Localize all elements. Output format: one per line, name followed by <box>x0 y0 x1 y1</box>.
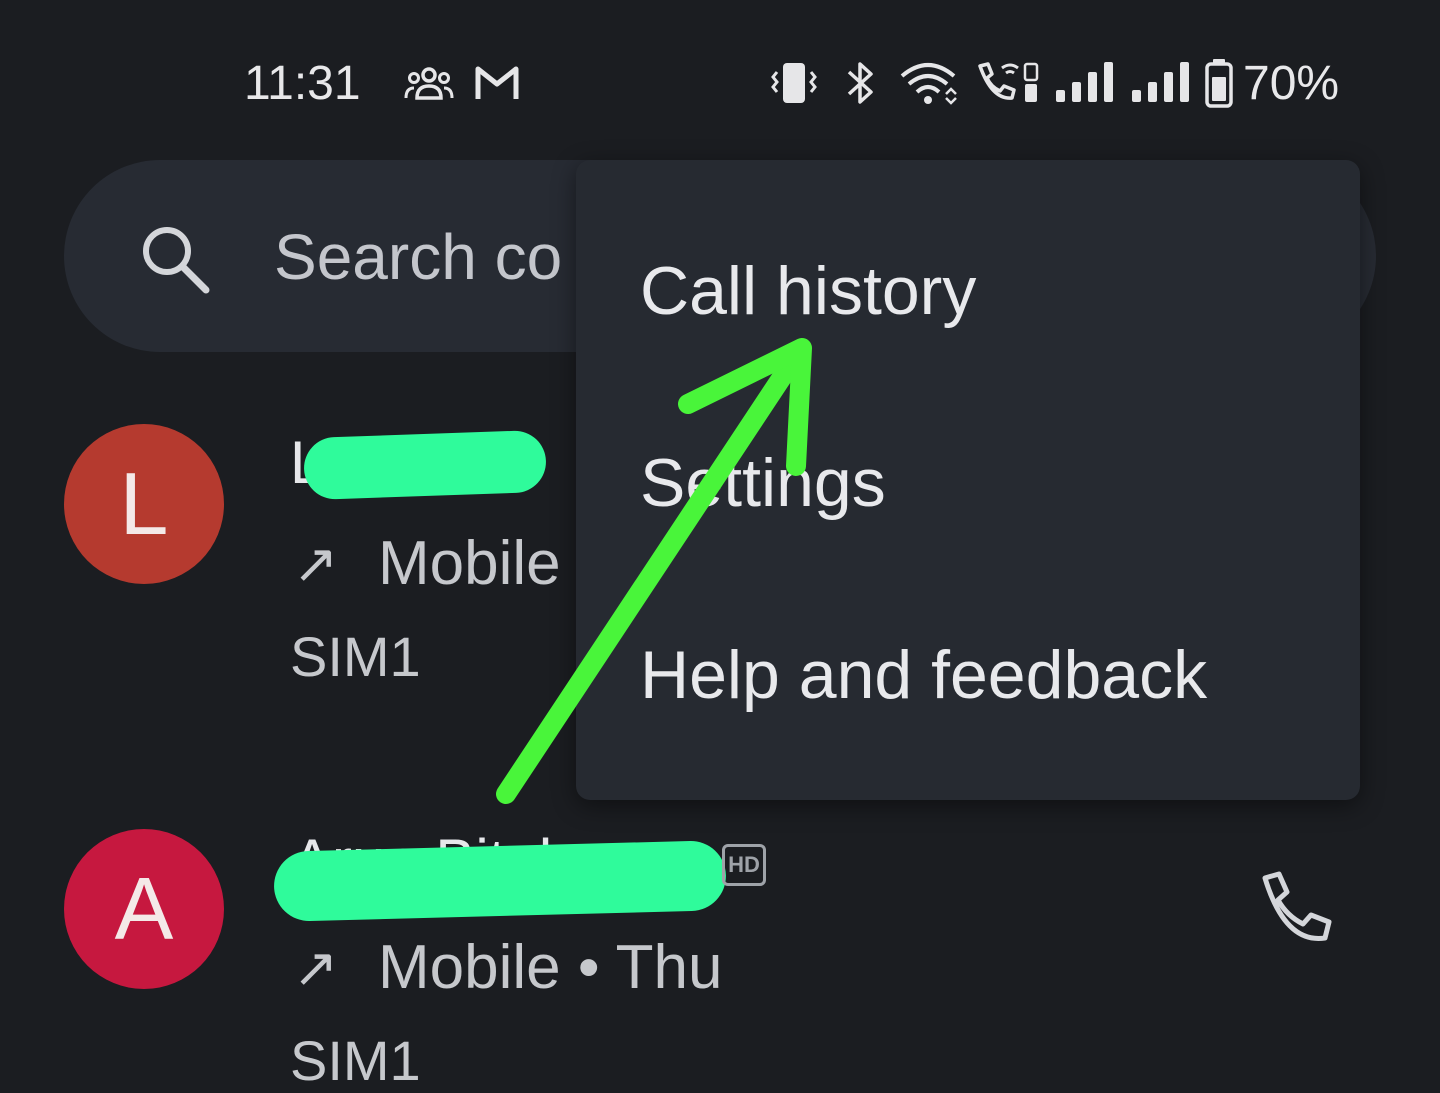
overflow-menu: Call history Settings Help and feedback <box>576 160 1360 800</box>
menu-item-help-and-feedback[interactable]: Help and feedback <box>640 636 1207 714</box>
status-time: 11:31 <box>244 57 361 110</box>
redaction-mark <box>273 840 727 922</box>
call-meta: Mobile • Thu <box>378 933 723 1002</box>
avatar[interactable]: L <box>64 424 224 584</box>
signal-sim2-icon <box>1132 62 1189 102</box>
sim-label: SIM1 <box>290 1029 421 1092</box>
bluetooth-icon <box>847 62 873 104</box>
gmail-icon <box>475 66 519 99</box>
sim-label: SIM1 <box>290 625 421 688</box>
group-icon <box>404 67 454 100</box>
battery-icon <box>1205 59 1233 108</box>
avatar[interactable]: A <box>64 829 224 989</box>
search-input[interactable]: Search co <box>274 220 576 294</box>
menu-item-call-history[interactable]: Call history <box>640 252 976 330</box>
call-meta: Mobile <box>378 529 561 598</box>
outgoing-call-icon: ↗ <box>293 534 339 594</box>
battery-percent: 70% <box>1243 57 1340 110</box>
wifi-icon <box>900 63 957 105</box>
signal-sim1-icon <box>1056 62 1113 102</box>
phone-call-icon[interactable] <box>1255 870 1337 948</box>
wifi-calling-icon <box>978 62 1039 102</box>
redaction-mark <box>302 429 548 501</box>
search-icon[interactable] <box>138 222 212 296</box>
vibrate-icon <box>771 63 817 103</box>
hd-badge: HD <box>722 844 766 886</box>
menu-item-settings[interactable]: Settings <box>640 444 886 522</box>
outgoing-call-icon: ↗ <box>293 938 339 998</box>
